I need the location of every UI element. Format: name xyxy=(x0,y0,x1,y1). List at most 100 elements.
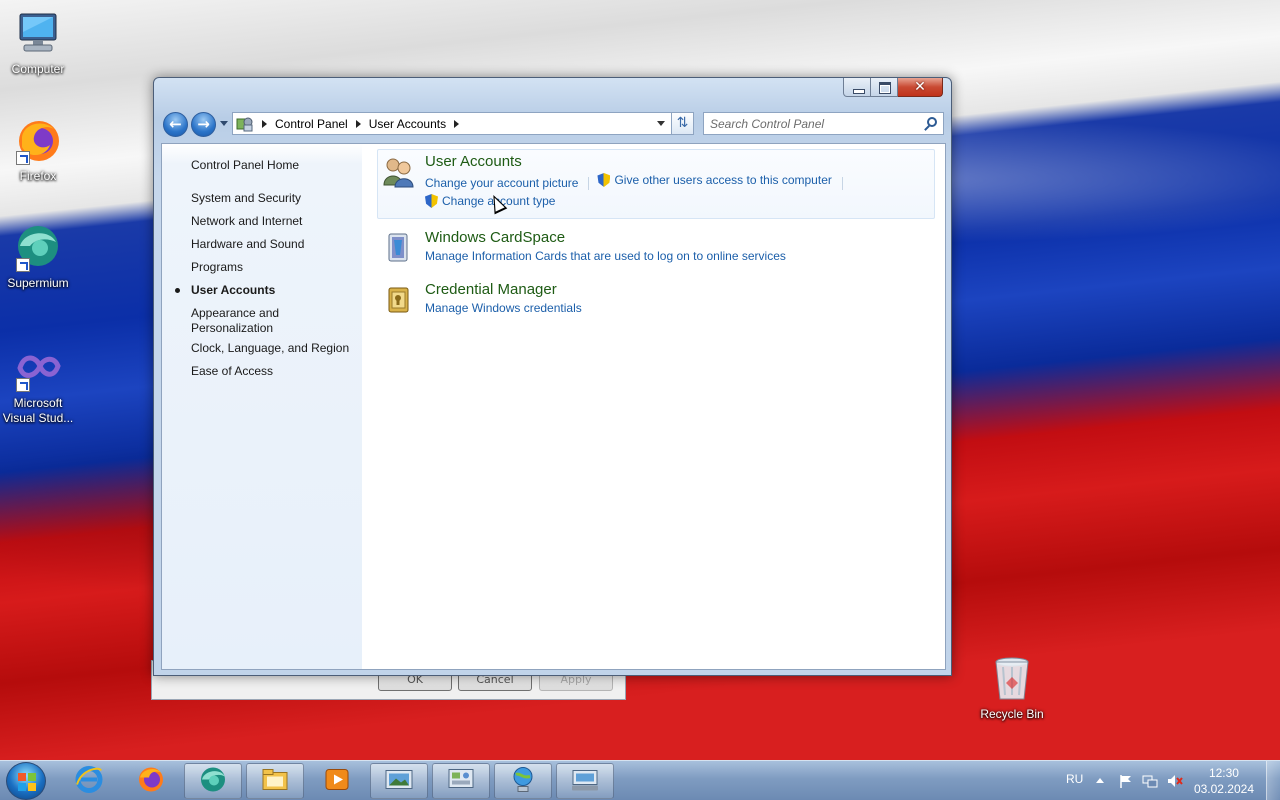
desktop-icon-supermium[interactable]: Supermium xyxy=(0,224,76,291)
sidebar-item-programs[interactable]: Programs xyxy=(162,260,362,275)
sidebar-item-hardware-sound[interactable]: Hardware and Sound xyxy=(162,237,362,252)
start-button[interactable] xyxy=(6,762,46,800)
task-title[interactable]: Windows CardSpace xyxy=(425,229,786,247)
taskbar: RU 12:30 03.02.2024 xyxy=(0,760,1280,800)
clock-time: 12:30 xyxy=(1208,766,1239,780)
sidebar-item-label: Programs xyxy=(191,260,244,274)
recent-pages-dropdown[interactable] xyxy=(220,121,228,126)
give-access-link[interactable]: Give other users access to this computer xyxy=(597,171,832,189)
forward-button[interactable]: → xyxy=(191,112,216,137)
breadcrumb-separator-icon[interactable] xyxy=(454,119,460,128)
language-indicator[interactable]: RU xyxy=(1066,772,1083,800)
computer-icon xyxy=(14,10,62,58)
desktop-icon-label: Recycle Bin xyxy=(980,707,1044,721)
task-windows-cardspace: Windows CardSpace Manage Information Car… xyxy=(377,225,935,271)
minimize-button[interactable] xyxy=(843,78,871,97)
address-history-dropdown[interactable] xyxy=(657,121,665,126)
uac-shield-icon xyxy=(425,194,438,208)
sidebar-item-label: Appearance and Personalization xyxy=(191,306,280,335)
credential-manager-icon xyxy=(382,283,416,317)
taskbar-media-player[interactable] xyxy=(308,763,366,799)
desktop-icon-firefox[interactable]: Firefox xyxy=(0,117,76,184)
desktop-icon-computer[interactable]: Computer xyxy=(0,10,76,77)
give-access-label: Give other users access to this computer xyxy=(614,173,832,187)
taskbar-keyboard[interactable] xyxy=(556,763,614,799)
breadcrumb-control-panel[interactable]: Control Panel xyxy=(275,117,348,131)
sidebar-item-system-security[interactable]: System and Security xyxy=(162,191,362,206)
refresh-icon: ⇅ xyxy=(676,115,689,131)
arrow-left-icon: ← xyxy=(169,115,182,133)
sidebar-item-label: User Accounts xyxy=(191,283,276,297)
link-separator xyxy=(841,177,843,191)
sidebar-item-ease-of-access[interactable]: Ease of Access xyxy=(162,364,362,379)
breadcrumb-separator-icon xyxy=(262,119,267,128)
sidebar-item-appearance[interactable]: Appearance and Personalization xyxy=(162,306,337,336)
manage-windows-credentials-link[interactable]: Manage Windows credentials xyxy=(425,299,582,317)
change-account-picture-link[interactable]: Change your account picture xyxy=(425,174,578,192)
supermium-icon xyxy=(198,765,228,798)
sidebar-item-label: Ease of Access xyxy=(191,364,274,378)
shortcut-arrow-icon xyxy=(16,151,30,165)
media-player-icon xyxy=(322,765,352,798)
recycle-bin-icon xyxy=(988,655,1036,703)
close-button[interactable]: ✕ xyxy=(898,78,943,97)
desktop-icon-label: Firefox xyxy=(19,169,57,183)
taskbar-firefox[interactable] xyxy=(122,763,180,799)
action-center-icon[interactable] xyxy=(1118,773,1134,800)
task-links: Change your account picture Give other us… xyxy=(425,171,851,192)
sidebar-item-clock-language-region[interactable]: Clock, Language, and Region xyxy=(162,341,362,356)
refresh-button[interactable]: ⇅ xyxy=(671,112,694,135)
desktop-icon-label: Supermium xyxy=(7,276,69,290)
close-icon: ✕ xyxy=(914,79,926,95)
taskbar-internet-explorer[interactable] xyxy=(60,763,118,799)
manage-information-cards-link[interactable]: Manage Information Cards that are used t… xyxy=(425,247,786,265)
uac-shield-icon xyxy=(597,173,611,187)
keyboard-icon xyxy=(570,765,600,798)
maximize-button[interactable] xyxy=(871,78,898,97)
windows-logo-icon xyxy=(18,773,36,791)
taskbar-explorer[interactable] xyxy=(246,763,304,799)
photo-viewer-icon xyxy=(384,765,414,798)
sidebar: Control Panel Home System and Security N… xyxy=(162,144,362,669)
network-status-icon[interactable] xyxy=(1142,773,1158,800)
task-credential-manager: Credential Manager Manage Windows creden… xyxy=(377,277,935,323)
taskbar-control-panel[interactable] xyxy=(432,763,490,799)
breadcrumb-user-accounts[interactable]: User Accounts xyxy=(369,117,446,131)
back-button[interactable]: ← xyxy=(163,112,188,137)
taskbar-network[interactable] xyxy=(494,763,552,799)
task-title[interactable]: User Accounts xyxy=(425,153,851,171)
cardspace-icon xyxy=(382,231,416,265)
content-frame: Control Panel Home System and Security N… xyxy=(161,143,946,670)
desktop-icon-recycle-bin[interactable]: Recycle Bin xyxy=(974,655,1050,722)
sidebar-item-control-panel-home[interactable]: Control Panel Home xyxy=(162,158,362,173)
link-separator xyxy=(588,177,590,191)
search-icon[interactable] xyxy=(927,117,937,127)
search-input[interactable] xyxy=(704,113,914,134)
visual-studio-icon xyxy=(14,344,62,392)
taskbar-supermium[interactable] xyxy=(184,763,242,799)
control-panel-icon xyxy=(236,116,254,132)
sidebar-item-label: System and Security xyxy=(191,191,302,205)
network-icon xyxy=(508,765,538,798)
caption-buttons: ✕ xyxy=(843,78,943,97)
sidebar-item-network-internet[interactable]: Network and Internet xyxy=(162,214,362,229)
clock[interactable]: 12:30 03.02.2024 xyxy=(1194,765,1254,797)
desktop: Computer Firefox Supermium Microsoft Vis… xyxy=(0,0,1280,760)
show-desktop-button[interactable] xyxy=(1266,761,1280,800)
active-bullet-icon xyxy=(175,288,180,293)
address-bar[interactable]: Control Panel User Accounts xyxy=(232,112,672,135)
task-links: Manage Information Cards that are used t… xyxy=(425,247,786,265)
task-links: Manage Windows credentials xyxy=(425,299,582,317)
taskbar-photo-viewer[interactable] xyxy=(370,763,428,799)
sidebar-item-user-accounts[interactable]: User Accounts xyxy=(162,283,362,298)
breadcrumb-separator-icon[interactable] xyxy=(355,119,361,128)
volume-muted-icon[interactable] xyxy=(1166,773,1184,800)
search-box xyxy=(703,112,944,135)
sidebar-item-label: Hardware and Sound xyxy=(191,237,305,251)
show-hidden-icons-button[interactable] xyxy=(1096,773,1106,800)
shortcut-arrow-icon xyxy=(16,378,30,392)
desktop-icon-visual-studio[interactable]: Microsoft Visual Stud... xyxy=(0,344,76,426)
firefox-icon xyxy=(136,765,166,798)
clock-date: 03.02.2024 xyxy=(1193,782,1254,796)
task-title[interactable]: Credential Manager xyxy=(425,281,582,299)
